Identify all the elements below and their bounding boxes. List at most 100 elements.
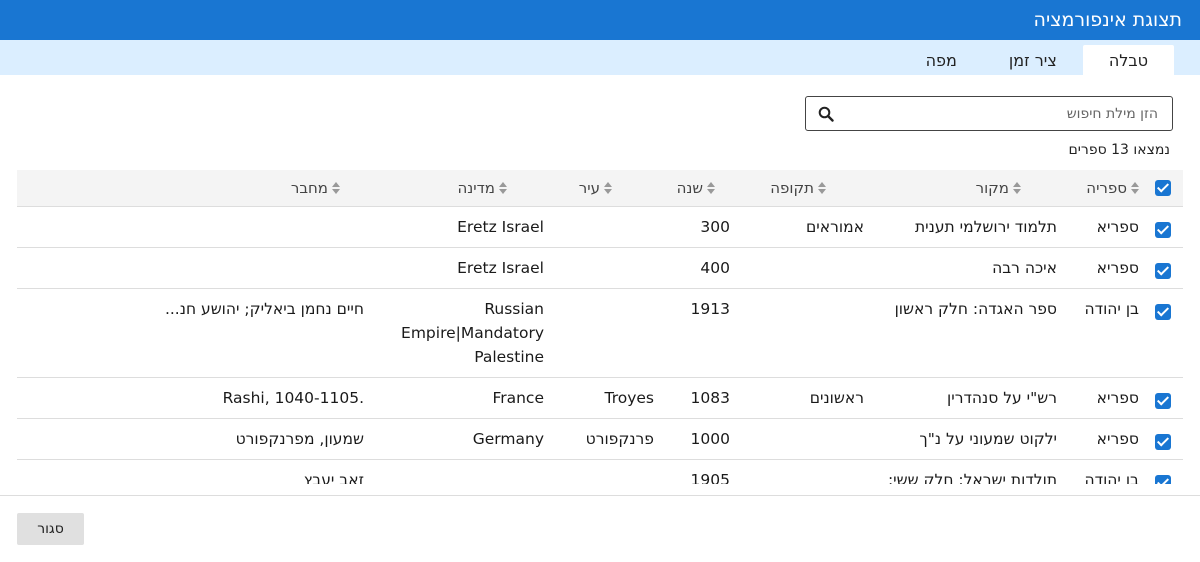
cell-year: 1913	[658, 288, 758, 378]
cell-source: רש"י על סנהדרין	[868, 377, 1061, 419]
cell-source: תלמוד ירושלמי תענית	[868, 206, 1061, 248]
cell-source: ילקוט שמעוני על נ"ך	[868, 418, 1061, 460]
column-header-year[interactable]: שנה	[658, 170, 758, 207]
search-box	[805, 96, 1173, 131]
table-row[interactable]: ספריא תלמוד ירושלמי תענית אמוראים 300 Er…	[17, 206, 1183, 248]
cell-source: איכה רבה	[868, 247, 1061, 289]
cell-source: ספר האגדה: חלק ראשון	[868, 288, 1061, 378]
cell-country: Eretz Israel	[368, 247, 548, 289]
window-titlebar: תצוגת אינפורמציה	[0, 0, 1200, 40]
cell-year: 400	[658, 247, 758, 289]
column-label: ספריה	[1086, 178, 1127, 197]
column-header-source[interactable]: מקור	[868, 170, 1061, 207]
cell-library: בן יהודה	[1061, 288, 1143, 378]
select-all-checkbox[interactable]	[1143, 170, 1183, 207]
row-checkbox[interactable]	[1143, 206, 1183, 248]
cell-city	[548, 247, 658, 289]
search-icon[interactable]	[806, 97, 846, 130]
row-checkbox[interactable]	[1143, 288, 1183, 378]
row-checkbox[interactable]	[1143, 247, 1183, 289]
cell-city	[548, 288, 658, 378]
results-table-container[interactable]: ספריה מקור תקופה שנה עיר מדינה מחבר ספרי…	[17, 170, 1183, 484]
tab-bar: טבלה ציר זמן מפה	[0, 40, 1200, 75]
table-row[interactable]: ספריא רש"י על סנהדרין ראשונים 1083 Troye…	[17, 377, 1183, 419]
checkbox-icon	[1155, 393, 1171, 409]
cell-period	[758, 459, 868, 484]
sort-icon	[332, 182, 340, 195]
column-header-country[interactable]: מדינה	[368, 170, 548, 207]
cell-city: Troyes	[548, 377, 658, 419]
search-input[interactable]	[846, 97, 1172, 130]
cell-year: 300	[658, 206, 758, 248]
tab-timeline[interactable]: ציר זמן	[983, 45, 1083, 75]
checkbox-icon	[1155, 263, 1171, 279]
cell-library: בן יהודה	[1061, 459, 1143, 484]
close-button[interactable]: סגור	[17, 513, 84, 545]
cell-city	[548, 206, 658, 248]
cell-author	[17, 206, 368, 248]
cell-year: 1083	[658, 377, 758, 419]
cell-country: Germany	[368, 418, 548, 460]
sort-icon	[818, 182, 826, 195]
tab-timeline-label: ציר זמן	[1008, 50, 1057, 70]
row-checkbox[interactable]	[1143, 377, 1183, 419]
table-row[interactable]: בן יהודה תולדות ישראל: חלק ששי: מוצא דבר…	[17, 459, 1183, 484]
cell-country: Eretz Israel	[368, 206, 548, 248]
column-header-period[interactable]: תקופה	[758, 170, 868, 207]
checkbox-icon	[1155, 222, 1171, 238]
cell-library: ספריא	[1061, 377, 1143, 419]
column-header-author[interactable]: מחבר	[17, 170, 368, 207]
column-label: עיר	[578, 178, 600, 197]
cell-library: ספריא	[1061, 206, 1143, 248]
cell-period: ראשונים	[758, 377, 868, 419]
cell-author: חיים נחמן ביאליק; יהושע חנ...	[17, 288, 368, 378]
checkbox-icon	[1155, 180, 1171, 197]
result-count: נמצאו 13 ספרים	[1068, 142, 1170, 158]
tab-map-label: מפה	[925, 50, 957, 70]
sort-icon	[1131, 182, 1139, 195]
sort-icon	[604, 182, 612, 195]
table-row[interactable]: ספריא ילקוט שמעוני על נ"ך 1000 פרנקפורט …	[17, 418, 1183, 460]
footer-divider	[0, 495, 1200, 496]
sort-icon	[1013, 182, 1021, 195]
checkbox-icon	[1155, 434, 1171, 450]
row-checkbox[interactable]	[1143, 418, 1183, 460]
checkbox-icon	[1155, 304, 1171, 320]
cell-source: תולדות ישראל: חלק ששי: מוצא דבר	[868, 459, 1061, 484]
window-title: תצוגת אינפורמציה	[1033, 9, 1182, 31]
cell-city	[548, 459, 658, 484]
column-label: מדינה	[457, 178, 495, 197]
table-row[interactable]: בן יהודה ספר האגדה: חלק ראשון 1913 Russi…	[17, 288, 1183, 378]
column-label: שנה	[676, 178, 703, 197]
column-header-city[interactable]: עיר	[548, 170, 658, 207]
cell-period	[758, 288, 868, 378]
row-checkbox[interactable]	[1143, 459, 1183, 484]
sort-icon	[499, 182, 507, 195]
cell-year: 1000	[658, 418, 758, 460]
cell-country: France	[368, 377, 548, 419]
results-table: ספריה מקור תקופה שנה עיר מדינה מחבר ספרי…	[17, 170, 1183, 484]
table-header-row: ספריה מקור תקופה שנה עיר מדינה מחבר	[17, 170, 1183, 207]
cell-country	[368, 459, 548, 484]
cell-author	[17, 247, 368, 289]
cell-library: ספריא	[1061, 247, 1143, 289]
checkbox-icon	[1155, 475, 1171, 484]
cell-period: אמוראים	[758, 206, 868, 248]
tab-map[interactable]: מפה	[900, 45, 983, 75]
column-label: מקור	[975, 178, 1009, 197]
cell-author: Rashi, 1040-1105.	[17, 377, 368, 419]
cell-country: Russian Empire|Mandatory Palestine	[368, 288, 548, 378]
cell-author: זאב יעבץ	[17, 459, 368, 484]
table-row[interactable]: ספריא איכה רבה 400 Eretz Israel	[17, 247, 1183, 289]
sort-icon	[707, 182, 715, 195]
cell-library: ספריא	[1061, 418, 1143, 460]
cell-author: שמעון, מפרנקפורט	[17, 418, 368, 460]
cell-period	[758, 418, 868, 460]
column-label: תקופה	[770, 178, 814, 197]
cell-city: פרנקפורט	[548, 418, 658, 460]
cell-period	[758, 247, 868, 289]
cell-year: 1905	[658, 459, 758, 484]
tab-table-label: טבלה	[1108, 50, 1148, 70]
column-header-library[interactable]: ספריה	[1061, 170, 1143, 207]
tab-table[interactable]: טבלה	[1082, 45, 1174, 75]
